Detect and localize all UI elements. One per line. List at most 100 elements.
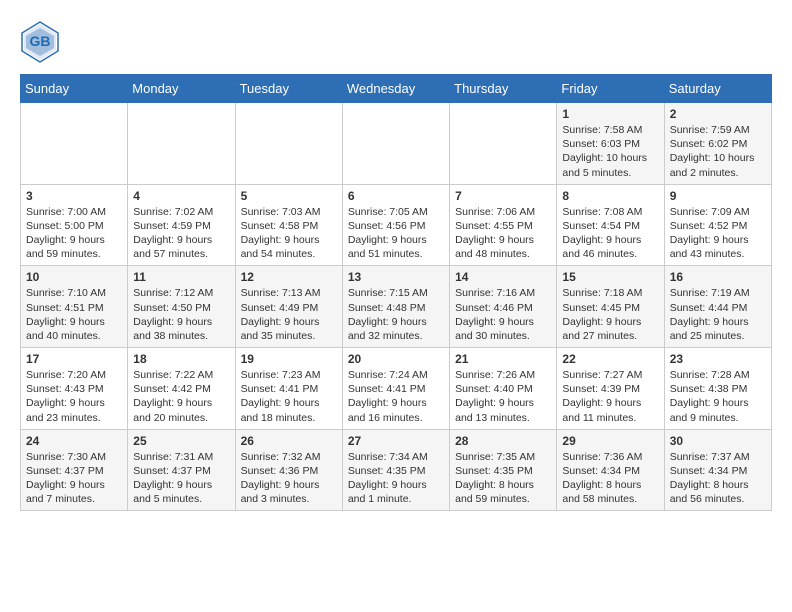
logo-icon: GB: [20, 20, 60, 64]
calendar-cell: 25 Sunrise: 7:31 AM Sunset: 4:37 PM Dayli…: [128, 429, 235, 511]
calendar-cell: 6 Sunrise: 7:05 AM Sunset: 4:56 PM Daylig…: [342, 184, 449, 266]
day-number: 6: [348, 189, 444, 203]
day-number: 26: [241, 434, 337, 448]
day-info: Sunrise: 7:18 AM Sunset: 4:45 PM Dayligh…: [562, 286, 658, 343]
calendar-cell: 7Sunrise: 7:06 AM Sunset: 4:55 PM Daylig…: [450, 184, 557, 266]
calendar-cell: 19 Sunrise: 7:23 AM Sunset: 4:41 PM Dayli…: [235, 348, 342, 430]
day-number: 30: [670, 434, 766, 448]
day-number: 8: [562, 189, 658, 203]
calendar-cell: 23 Sunrise: 7:28 AM Sunset: 4:38 PM Dayli…: [664, 348, 771, 430]
day-number: 11: [133, 270, 229, 284]
calendar-table: SundayMondayTuesdayWednesdayThursdayFrid…: [20, 74, 772, 511]
day-number: 1: [562, 107, 658, 121]
day-number: 24: [26, 434, 122, 448]
day-number: 12: [241, 270, 337, 284]
calendar-cell: 26 Sunrise: 7:32 AM Sunset: 4:36 PM Dayli…: [235, 429, 342, 511]
day-number: 15: [562, 270, 658, 284]
calendar-cell: 5 Sunrise: 7:03 AM Sunset: 4:58 PM Daylig…: [235, 184, 342, 266]
day-number: 13: [348, 270, 444, 284]
day-info: Sunrise: 7:09 AM Sunset: 4:52 PM Dayligh…: [670, 205, 766, 262]
calendar-cell: [450, 103, 557, 185]
day-info: Sunrise: 7:58 AM Sunset: 6:03 PM Dayligh…: [562, 123, 658, 180]
calendar-cell: 21 Sunrise: 7:26 AM Sunset: 4:40 PM Dayli…: [450, 348, 557, 430]
day-number: 22: [562, 352, 658, 366]
calendar-cell: [128, 103, 235, 185]
calendar-cell: [342, 103, 449, 185]
weekday-header-wednesday: Wednesday: [342, 75, 449, 103]
week-row-2: 3 Sunrise: 7:00 AM Sunset: 5:00 PM Daylig…: [21, 184, 772, 266]
calendar-cell: 1 Sunrise: 7:58 AM Sunset: 6:03 PM Daylig…: [557, 103, 664, 185]
calendar-cell: 24 Sunrise: 7:30 AM Sunset: 4:37 PM Dayli…: [21, 429, 128, 511]
day-info: Sunrise: 7:23 AM Sunset: 4:41 PM Dayligh…: [241, 368, 337, 425]
calendar-cell: 13 Sunrise: 7:15 AM Sunset: 4:48 PM Dayli…: [342, 266, 449, 348]
day-number: 2: [670, 107, 766, 121]
week-row-5: 24 Sunrise: 7:30 AM Sunset: 4:37 PM Dayli…: [21, 429, 772, 511]
day-number: 21: [455, 352, 551, 366]
calendar-cell: 12 Sunrise: 7:13 AM Sunset: 4:49 PM Dayli…: [235, 266, 342, 348]
weekday-header-monday: Monday: [128, 75, 235, 103]
calendar-cell: 3 Sunrise: 7:00 AM Sunset: 5:00 PM Daylig…: [21, 184, 128, 266]
day-info: Sunrise: 7:16 AM Sunset: 4:46 PM Dayligh…: [455, 286, 551, 343]
day-number: 23: [670, 352, 766, 366]
day-info: Sunrise: 7:34 AM Sunset: 4:35 PM Dayligh…: [348, 450, 444, 507]
calendar-cell: 18Sunrise: 7:22 AM Sunset: 4:42 PM Dayli…: [128, 348, 235, 430]
calendar-cell: 27Sunrise: 7:34 AM Sunset: 4:35 PM Dayli…: [342, 429, 449, 511]
calendar-cell: 29Sunrise: 7:36 AM Sunset: 4:34 PM Dayli…: [557, 429, 664, 511]
logo: GB: [20, 20, 62, 64]
day-info: Sunrise: 7:20 AM Sunset: 4:43 PM Dayligh…: [26, 368, 122, 425]
calendar-cell: 4 Sunrise: 7:02 AM Sunset: 4:59 PM Daylig…: [128, 184, 235, 266]
calendar-cell: 30 Sunrise: 7:37 AM Sunset: 4:34 PM Dayli…: [664, 429, 771, 511]
week-row-1: 1 Sunrise: 7:58 AM Sunset: 6:03 PM Daylig…: [21, 103, 772, 185]
calendar-cell: 15 Sunrise: 7:18 AM Sunset: 4:45 PM Dayli…: [557, 266, 664, 348]
day-info: Sunrise: 7:10 AM Sunset: 4:51 PM Dayligh…: [26, 286, 122, 343]
day-info: Sunrise: 7:13 AM Sunset: 4:49 PM Dayligh…: [241, 286, 337, 343]
day-info: Sunrise: 7:59 AM Sunset: 6:02 PM Dayligh…: [670, 123, 766, 180]
calendar-cell: 10 Sunrise: 7:10 AM Sunset: 4:51 PM Dayli…: [21, 266, 128, 348]
calendar-cell: [21, 103, 128, 185]
day-number: 18: [133, 352, 229, 366]
day-number: 25: [133, 434, 229, 448]
calendar-cell: 16 Sunrise: 7:19 AM Sunset: 4:44 PM Dayli…: [664, 266, 771, 348]
calendar-cell: 14 Sunrise: 7:16 AM Sunset: 4:46 PM Dayli…: [450, 266, 557, 348]
day-number: 20: [348, 352, 444, 366]
day-info: Sunrise: 7:00 AM Sunset: 5:00 PM Dayligh…: [26, 205, 122, 262]
calendar-cell: 2 Sunrise: 7:59 AM Sunset: 6:02 PM Daylig…: [664, 103, 771, 185]
day-info: Sunrise: 7:19 AM Sunset: 4:44 PM Dayligh…: [670, 286, 766, 343]
day-number: 17: [26, 352, 122, 366]
day-info: Sunrise: 7:37 AM Sunset: 4:34 PM Dayligh…: [670, 450, 766, 507]
day-number: 4: [133, 189, 229, 203]
day-number: 14: [455, 270, 551, 284]
page-header: GB: [20, 20, 772, 64]
day-info: Sunrise: 7:32 AM Sunset: 4:36 PM Dayligh…: [241, 450, 337, 507]
weekday-header-row: SundayMondayTuesdayWednesdayThursdayFrid…: [21, 75, 772, 103]
day-info: Sunrise: 7:26 AM Sunset: 4:40 PM Dayligh…: [455, 368, 551, 425]
svg-text:GB: GB: [30, 33, 51, 49]
weekday-header-thursday: Thursday: [450, 75, 557, 103]
weekday-header-tuesday: Tuesday: [235, 75, 342, 103]
day-number: 3: [26, 189, 122, 203]
calendar-cell: 9 Sunrise: 7:09 AM Sunset: 4:52 PM Daylig…: [664, 184, 771, 266]
calendar-cell: 22 Sunrise: 7:27 AM Sunset: 4:39 PM Dayli…: [557, 348, 664, 430]
day-number: 9: [670, 189, 766, 203]
calendar-cell: 11 Sunrise: 7:12 AM Sunset: 4:50 PM Dayli…: [128, 266, 235, 348]
day-number: 16: [670, 270, 766, 284]
day-number: 5: [241, 189, 337, 203]
weekday-header-saturday: Saturday: [664, 75, 771, 103]
day-info: Sunrise: 7:03 AM Sunset: 4:58 PM Dayligh…: [241, 205, 337, 262]
day-info: Sunrise: 7:24 AM Sunset: 4:41 PM Dayligh…: [348, 368, 444, 425]
day-info: Sunrise: 7:31 AM Sunset: 4:37 PM Dayligh…: [133, 450, 229, 507]
day-info: Sunrise: 7:02 AM Sunset: 4:59 PM Dayligh…: [133, 205, 229, 262]
day-info: Sunrise: 7:30 AM Sunset: 4:37 PM Dayligh…: [26, 450, 122, 507]
day-number: 29: [562, 434, 658, 448]
day-number: 19: [241, 352, 337, 366]
day-info: Sunrise: 7:28 AM Sunset: 4:38 PM Dayligh…: [670, 368, 766, 425]
day-info: Sunrise: 7:27 AM Sunset: 4:39 PM Dayligh…: [562, 368, 658, 425]
calendar-cell: 17 Sunrise: 7:20 AM Sunset: 4:43 PM Dayli…: [21, 348, 128, 430]
day-number: 10: [26, 270, 122, 284]
day-number: 7: [455, 189, 551, 203]
weekday-header-sunday: Sunday: [21, 75, 128, 103]
day-number: 28: [455, 434, 551, 448]
day-info: Sunrise: 7:12 AM Sunset: 4:50 PM Dayligh…: [133, 286, 229, 343]
day-info: Sunrise: 7:15 AM Sunset: 4:48 PM Dayligh…: [348, 286, 444, 343]
day-info: Sunrise: 7:05 AM Sunset: 4:56 PM Dayligh…: [348, 205, 444, 262]
